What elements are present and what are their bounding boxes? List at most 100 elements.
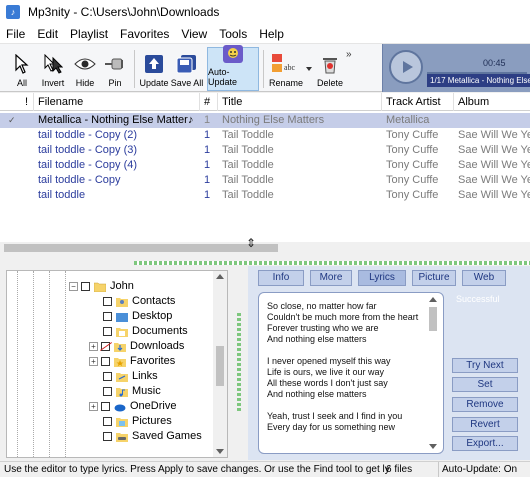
tree-item-links[interactable]: Links [103,369,158,384]
tree-item-music[interactable]: Music [103,384,161,399]
tree-item-desktop[interactable]: Desktop [103,309,172,324]
tree-item-john[interactable]: − John [69,279,134,294]
col-status-icon[interactable]: ! [22,93,34,111]
file-table: ! Filename # Title Track Artist Album ✓ … [0,93,530,243]
col-title[interactable]: Title [218,93,382,111]
scroll-up-icon[interactable] [429,297,437,302]
scroll-down-icon[interactable] [429,444,437,449]
hide-button[interactable]: Hide [70,47,100,91]
player-track-label: 1/17 Metallica - Nothing Else Matters [427,74,530,87]
remove-button[interactable]: Remove [452,397,518,412]
menu-favorites[interactable]: Favorites [114,24,175,44]
tree-item-pictures[interactable]: Pictures [103,414,172,429]
menu-edit[interactable]: Edit [31,24,64,44]
tree-item-documents[interactable]: Documents [103,324,188,339]
table-row[interactable]: tail toddle - Copy (4) 1 Tail Toddle Ton… [0,158,530,173]
hide-label: Hide [75,78,95,88]
expand-icon[interactable]: + [89,342,98,351]
tab-web[interactable]: Web [462,270,506,286]
scroll-up-icon[interactable] [216,274,224,279]
tree-checkbox[interactable] [103,327,112,336]
tree-checkbox[interactable] [103,387,112,396]
toolbar-separator [134,50,135,88]
tab-picture[interactable]: Picture [412,270,456,286]
update-button[interactable]: Update [139,47,169,91]
table-row[interactable]: tail toddle - Copy 1 Tail Toddle Tony Cu… [0,173,530,188]
tree-item-label: Favorites [130,355,176,367]
tree-checkbox[interactable] [103,372,112,381]
collapse-icon[interactable]: − [69,282,78,291]
tree-checkbox[interactable] [103,297,112,306]
toolbar-separator [263,50,264,88]
revert-button[interactable]: Revert [452,417,518,432]
tree-item-onedrive[interactable]: + OneDrive [89,399,176,414]
tree-checkbox[interactable] [101,357,110,366]
folder-icon [94,282,106,292]
tree-checkbox[interactable] [81,282,90,291]
horizontal-splitter[interactable] [134,261,530,265]
scrollbar-thumb[interactable] [429,307,437,331]
tree-vertical-scrollbar[interactable] [213,271,227,457]
tree-checkbox[interactable] [103,417,112,426]
invert-button[interactable]: Invert [36,47,70,91]
tab-lyrics[interactable]: Lyrics [358,270,406,286]
tab-more[interactable]: More [310,270,352,286]
export-button[interactable]: Export... [452,436,518,451]
lyrics-scrollbar[interactable] [427,297,439,449]
toolbar-overflow-icon[interactable]: » [346,47,356,91]
invert-label: Invert [41,78,65,88]
col-filename[interactable]: Filename [34,93,200,111]
table-row[interactable]: tail toddle - Copy (3) 1 Tail Toddle Ton… [0,143,530,158]
play-button[interactable] [389,50,423,84]
scrollbar-thumb[interactable] [4,244,278,252]
mini-player: 00:45 1/17 Metallica - Nothing Else Matt… [382,44,530,92]
pin-button[interactable]: Pin [100,47,130,91]
delete-button[interactable]: Delete [314,47,346,91]
table-row[interactable]: ✓ Metallica - Nothing Else Matters ♪ 1 N… [0,113,530,128]
rename-dropdown-icon[interactable] [304,47,314,91]
tree-item-label: Links [132,370,158,382]
tree-item-favorites[interactable]: + Favorites [89,354,175,369]
col-number[interactable]: # [200,93,218,111]
table-horizontal-scrollbar[interactable]: ⇕ [0,236,530,254]
all-button[interactable]: All [8,47,36,91]
rename-button[interactable]: abc Rename [268,47,304,91]
tree-item-contacts[interactable]: Contacts [103,294,175,309]
vertical-splitter[interactable] [235,268,243,460]
cell-filename: tail toddle - Copy (4) [38,159,138,171]
auto-update-button[interactable]: Auto-Update [207,45,259,91]
table-row[interactable]: tail toddle - Copy (2) 1 Tail Toddle Ton… [0,128,530,143]
app-icon: ♪ [6,5,20,19]
menu-view[interactable]: View [175,24,213,44]
try-next-button[interactable]: Try Next [452,358,518,373]
table-row[interactable]: tail toddle 1 Tail Toddle Tony Cuffe Sae… [0,188,530,203]
menu-file[interactable]: File [0,24,31,44]
col-track-artist[interactable]: Track Artist [382,93,454,111]
lyrics-editor[interactable]: So close, no matter how far Couldn't be … [258,292,444,454]
tree-item-label: Desktop [132,310,173,322]
lyric-line: Yeah, trust I seek and I find in you [267,411,403,421]
scroll-down-icon[interactable] [216,449,224,454]
tree-checkbox[interactable] [99,342,113,351]
all-label: All [16,78,27,88]
tree-checkbox[interactable] [103,432,112,441]
pin-label: Pin [108,78,122,88]
tree-checkbox[interactable] [103,312,112,321]
scrollbar-thumb[interactable] [216,346,224,386]
cell-filename: tail toddle - Copy (2) [38,129,138,141]
save-all-button[interactable]: Save All [169,47,205,91]
menu-playlist[interactable]: Playlist [64,24,114,44]
desktop-folder-icon [116,312,128,322]
set-button[interactable]: Set [452,377,518,392]
menu-tools[interactable]: Tools [213,24,253,44]
menu-help[interactable]: Help [253,24,290,44]
tree-item-saved-games[interactable]: Saved Games [103,429,202,444]
expand-icon[interactable]: + [89,357,98,366]
cell-title: Nothing Else Matters [222,114,325,126]
col-album[interactable]: Album [454,93,530,111]
tab-info[interactable]: Info [258,270,304,286]
tree-checkbox[interactable] [101,402,110,411]
tree-item-downloads[interactable]: + Downloads [89,339,184,354]
expand-icon[interactable]: + [89,402,98,411]
cell-filename: tail toddle [38,189,86,201]
